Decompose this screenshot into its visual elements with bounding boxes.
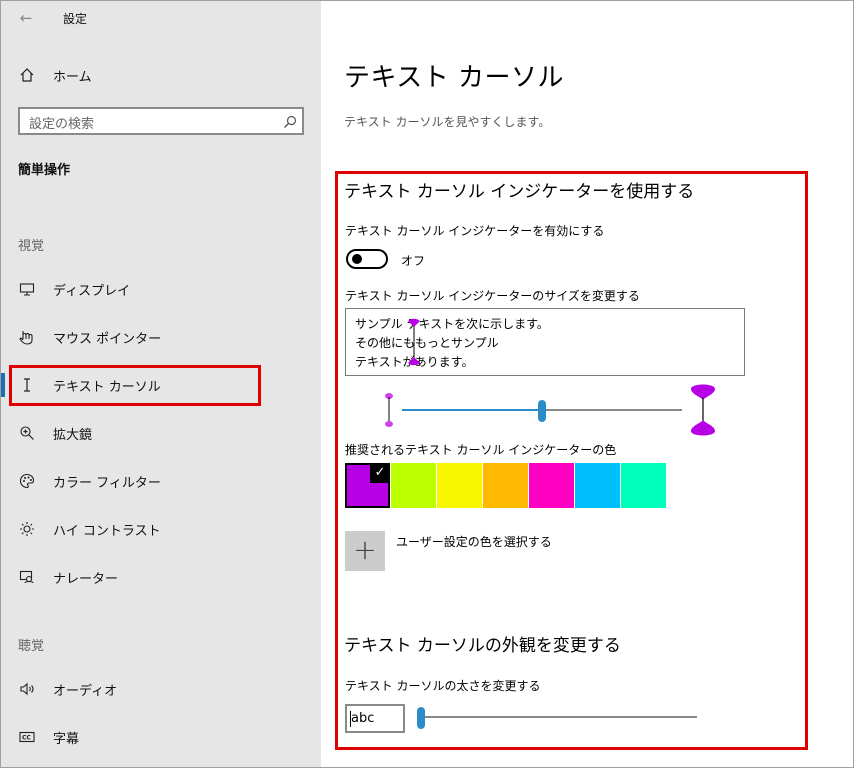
sidebar-item-label: 字幕: [53, 731, 80, 747]
cursor-thickness-preview: abc: [345, 704, 405, 733]
narrator-icon: [13, 569, 41, 585]
sample-cursor-indicator: [408, 318, 420, 366]
indicator-size-slider[interactable]: [402, 400, 682, 422]
sidebar-item-audio[interactable]: オーディオ: [9, 667, 319, 711]
title-bar: ← 設定: [1, 1, 321, 33]
page-subtitle: テキスト カーソルを見やすくします。: [344, 115, 551, 129]
back-button[interactable]: ←: [13, 7, 39, 29]
toggle-knob: [352, 254, 362, 264]
monitor-icon: [13, 281, 41, 297]
sidebar-item-label: マウス ポインター: [53, 331, 162, 347]
sidebar-item-captions[interactable]: CC 字幕: [9, 715, 319, 759]
small-indicator-icon: [385, 393, 393, 427]
sidebar-item-color-filter[interactable]: カラー フィルター: [9, 459, 319, 503]
color-swatch[interactable]: [621, 463, 666, 508]
slider-thumb[interactable]: [417, 707, 425, 729]
section-heading-hearing: 聴覚: [18, 639, 45, 654]
brightness-icon: [13, 521, 41, 537]
sidebar-item-label: 拡大鏡: [53, 427, 93, 443]
custom-color-label[interactable]: ユーザー設定の色を選択する: [396, 533, 552, 550]
toggle-state-label: オフ: [401, 254, 426, 268]
search-box[interactable]: 設定の検索: [18, 107, 304, 135]
sidebar-item-label: オーディオ: [53, 683, 118, 699]
svg-text:CC: CC: [22, 735, 31, 742]
category-title: 簡単操作: [18, 163, 71, 178]
indicator-heading: テキスト カーソル インジケーターを使用する: [344, 182, 695, 202]
sidebar-item-mouse-pointer[interactable]: マウス ポインター: [9, 315, 319, 359]
cursor-thickness-slider[interactable]: [417, 707, 697, 729]
captions-icon: CC: [13, 729, 41, 745]
sidebar-item-narrator[interactable]: ナレーター: [9, 555, 319, 599]
sidebar-item-high-contrast[interactable]: ハイ コントラスト: [9, 507, 319, 551]
color-swatch[interactable]: [437, 463, 482, 508]
enable-indicator-label: テキスト カーソル インジケーターを有効にする: [345, 224, 605, 238]
indicator-size-label: テキスト カーソル インジケーターのサイズを変更する: [345, 289, 640, 303]
color-swatch[interactable]: [575, 463, 620, 508]
sidebar-item-label: ハイ コントラスト: [53, 523, 161, 539]
search-icon[interactable]: [283, 114, 297, 133]
page-title: テキスト カーソル: [344, 63, 564, 93]
slider-thumb[interactable]: [538, 400, 546, 422]
sidebar-item-magnifier[interactable]: 拡大鏡: [9, 411, 319, 455]
home-icon: [13, 67, 41, 83]
slider-track: [417, 716, 697, 718]
indicator-colors-label: 推奨されるテキスト カーソル インジケーターの色: [345, 443, 617, 457]
sidebar-item-display[interactable]: ディスプレイ: [9, 267, 319, 311]
home-nav-item[interactable]: ホーム: [9, 59, 309, 91]
color-swatch[interactable]: [483, 463, 528, 508]
magnifier-icon: [13, 425, 41, 441]
section-heading-vision: 視覚: [18, 239, 45, 254]
mouse-pointer-icon: [13, 329, 41, 345]
home-label: ホーム: [53, 69, 92, 85]
sample-text-box: サンプル テキストを次に示します。 その他にももっとサンプル テキストがあります…: [345, 308, 745, 376]
palette-icon: [13, 473, 41, 489]
speaker-icon: [13, 681, 41, 697]
color-swatch[interactable]: [529, 463, 574, 508]
highlight-box-selected-item: [9, 365, 261, 406]
preview-text: abc: [351, 711, 375, 726]
large-indicator-icon: [691, 384, 715, 436]
indicator-toggle[interactable]: [346, 249, 388, 269]
slider-fill: [402, 409, 542, 411]
appearance-heading: テキスト カーソルの外観を変更する: [344, 636, 621, 656]
custom-color-button[interactable]: +: [345, 531, 385, 571]
color-swatch[interactable]: ✓: [345, 463, 390, 508]
thickness-label: テキスト カーソルの太さを変更する: [345, 679, 541, 693]
sidebar-item-label: カラー フィルター: [53, 475, 161, 491]
cursor-caret: [350, 711, 351, 727]
app-title: 設定: [63, 12, 88, 26]
checkmark-icon: ✓: [370, 463, 390, 483]
search-input[interactable]: 設定の検索: [29, 113, 94, 132]
plus-icon: +: [353, 533, 377, 566]
back-arrow-icon: ←: [19, 9, 33, 27]
sidebar-item-label: ナレーター: [53, 571, 119, 587]
sidebar-item-label: ディスプレイ: [53, 283, 131, 299]
color-swatch[interactable]: [391, 463, 436, 508]
